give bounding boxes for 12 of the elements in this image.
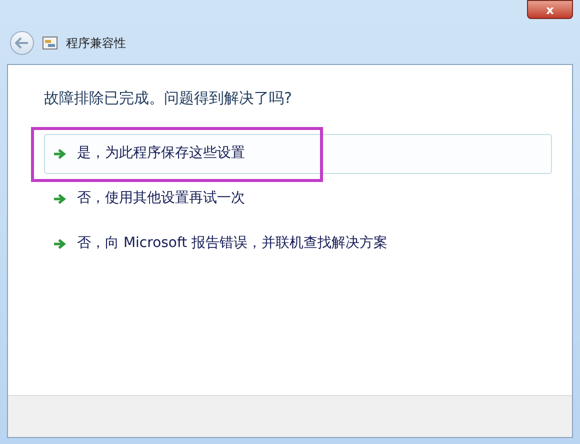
option-link[interactable]: 否，使用其他设置再试一次 <box>44 178 552 218</box>
heading: 故障排除已完成。问题得到解决了吗? <box>44 88 293 109</box>
arrow-icon <box>53 192 67 204</box>
back-button[interactable] <box>10 31 34 55</box>
back-arrow-icon <box>15 37 29 49</box>
option-link[interactable]: 否，向 Microsoft 报告错误，并联机查找解决方案 <box>44 224 552 264</box>
arrow-icon <box>53 148 67 160</box>
window-title: 程序兼容性 <box>66 35 126 52</box>
arrow-icon <box>53 238 67 250</box>
program-icon <box>42 35 58 51</box>
option-link[interactable]: 是，为此程序保存这些设置 <box>44 134 552 174</box>
close-button[interactable]: x <box>527 0 573 19</box>
